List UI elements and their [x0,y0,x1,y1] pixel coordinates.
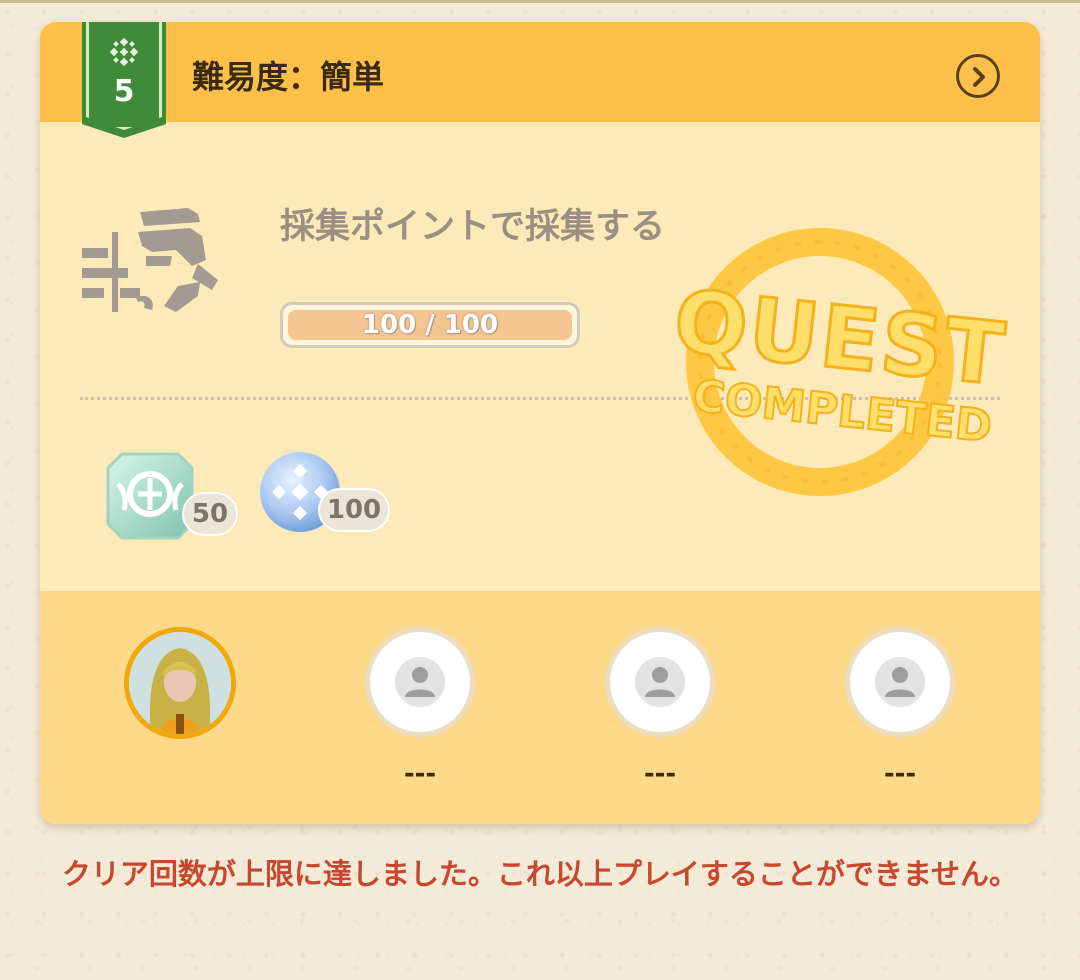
empty-user-icon [875,657,925,707]
level-number: 5 [113,74,135,109]
party-slot-4-name: --- [883,759,917,789]
party-slot-2-name: --- [403,759,437,789]
progress-text: 100 / 100 [361,310,499,340]
empty-user-icon [635,657,685,707]
party-section: --- --- --- [40,591,1040,824]
player-avatar[interactable] [124,627,236,739]
chevron-right-icon [973,67,985,87]
party-slot-3-name: --- [643,759,677,789]
notice-text: クリア回数が上限に達しました。これ以上プレイすることができません。 [61,857,1019,891]
player-portrait [129,632,231,734]
reward-orb: 100 [258,450,390,538]
quest-progress-bar: 100 / 100 [280,302,580,348]
party-slot-4[interactable] [845,627,955,737]
difficulty-label: 難易度：簡単 [192,58,385,96]
top-border [0,0,1080,3]
progress-fill: 100 / 100 [288,310,572,340]
reward-count: 100 [318,488,390,532]
level-badge: 5 [82,22,166,138]
party-slot-3[interactable] [605,627,715,737]
crystal-snowflake-icon [110,38,138,66]
quest-title: 採集ポイントで採集する [280,207,666,247]
card-header[interactable]: 5 難易度：簡単 [40,22,1040,138]
detail-button[interactable] [956,54,1000,98]
reward-count: 50 [182,492,238,536]
gathering-point-icon [82,208,218,312]
empty-user-icon [395,657,445,707]
party-slot-2[interactable] [365,627,475,737]
crystal-emblem-icon [106,452,194,540]
quest-completed-stamp: QUEST COMPLETED [668,228,1012,496]
clear-limit-notice: クリア回数が上限に達しました。これ以上プレイすることができません。 [40,850,1040,898]
reward-crystal: 50 [104,450,238,546]
quest-card[interactable]: 5 難易度：簡単 採集ポイントで採集する 100 / 100 QUEST COM… [40,22,1040,824]
